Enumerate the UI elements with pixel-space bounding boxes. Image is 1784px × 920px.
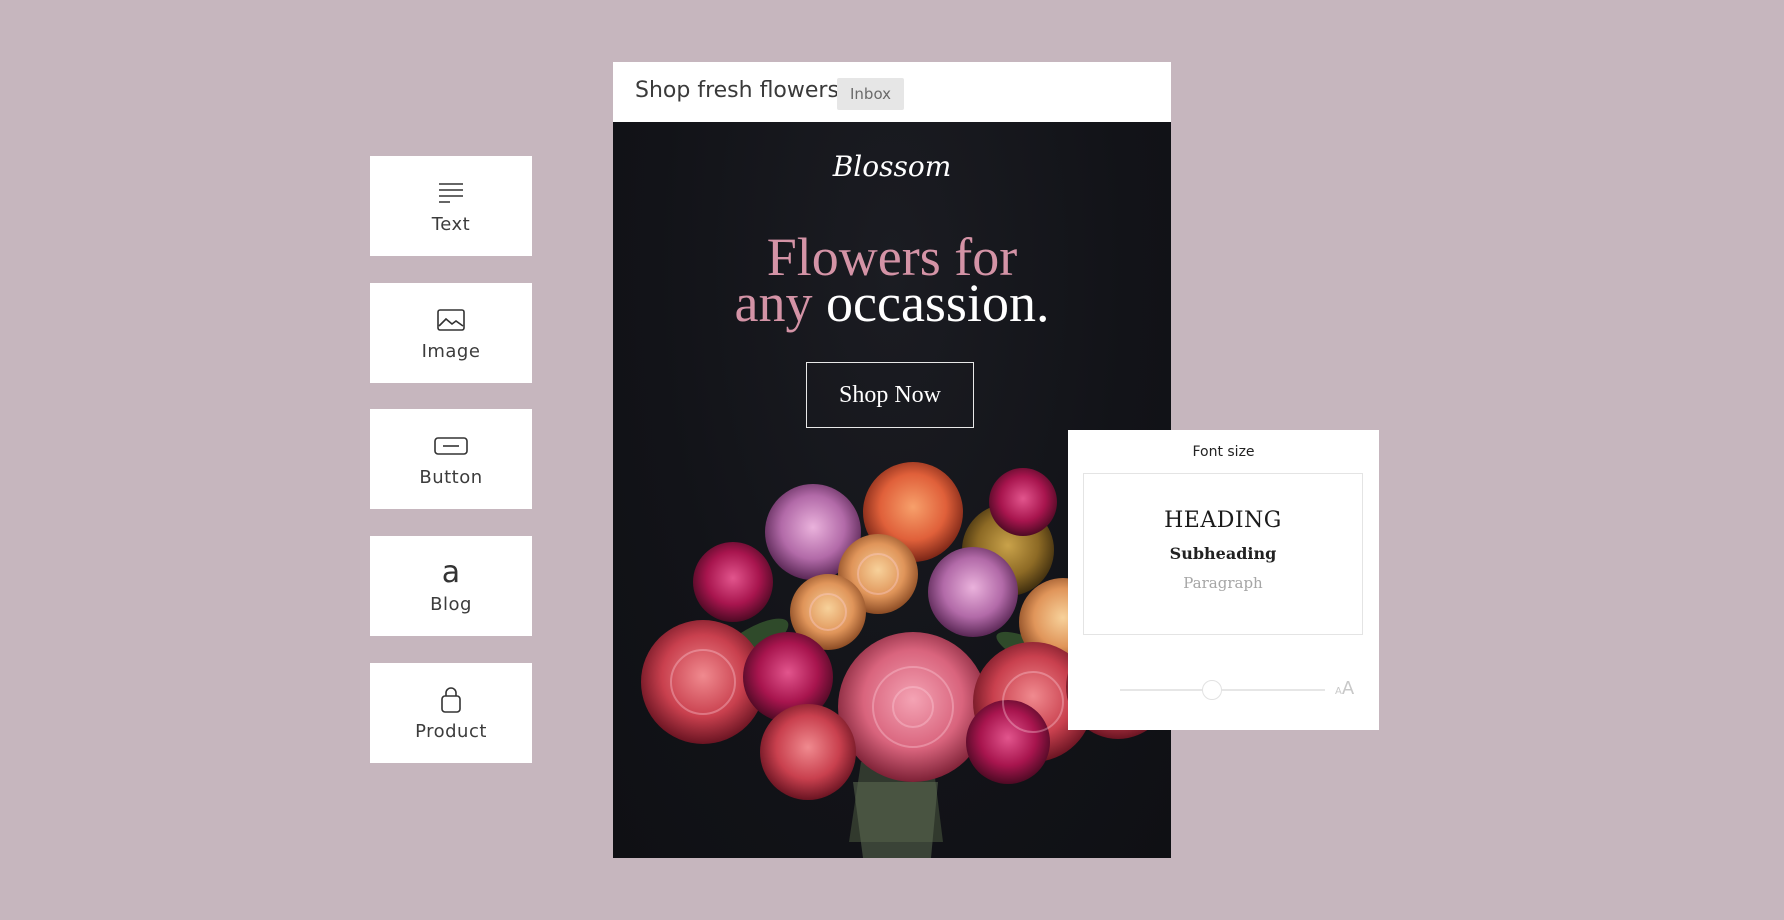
brand-logo: Blossom: [832, 150, 952, 183]
font-preview-box: HEADING Subheading Paragraph: [1083, 473, 1363, 635]
button-icon: [434, 431, 468, 461]
headline-occasion: occassion.: [826, 273, 1050, 333]
blog-glyph: a: [441, 554, 461, 590]
block-label: Product: [415, 720, 487, 742]
font-size-slider-track[interactable]: [1120, 689, 1325, 691]
font-size-small-glyph: A: [1335, 686, 1342, 697]
email-subject: Shop fresh flowers: [635, 78, 839, 103]
subheading-sample[interactable]: Subheading: [1084, 544, 1362, 563]
block-label: Image: [421, 340, 481, 362]
font-size-icon: AA: [1335, 678, 1354, 699]
paragraph-sample[interactable]: Paragraph: [1084, 574, 1362, 592]
panel-title: Font size: [1192, 444, 1255, 460]
email-header: Shop fresh flowers Inbox: [613, 62, 1171, 122]
blog-a-icon: a: [441, 554, 461, 590]
shopping-bag-icon: [440, 685, 462, 715]
block-product[interactable]: Product: [370, 663, 532, 763]
shop-now-button[interactable]: Shop Now: [806, 362, 974, 428]
block-label: Text: [431, 213, 471, 235]
block-image[interactable]: Image: [370, 283, 532, 383]
block-button[interactable]: Button: [370, 409, 532, 509]
inbox-badge: Inbox: [837, 78, 905, 110]
block-text[interactable]: Text: [370, 156, 532, 256]
text-lines-icon: [438, 178, 464, 208]
font-size-panel: Font size HEADING Subheading Paragraph A…: [1068, 430, 1379, 730]
image-icon: [437, 305, 465, 335]
heading-sample[interactable]: HEADING: [1084, 508, 1362, 533]
headline-any: any: [734, 273, 813, 333]
block-label: Button: [419, 466, 483, 488]
font-size-slider-thumb[interactable]: [1202, 680, 1223, 700]
headline: Flowers for any occassion.: [613, 230, 1171, 330]
block-blog[interactable]: a Blog: [370, 536, 532, 636]
block-label: Blog: [430, 593, 472, 615]
font-size-large-glyph: A: [1341, 678, 1355, 699]
